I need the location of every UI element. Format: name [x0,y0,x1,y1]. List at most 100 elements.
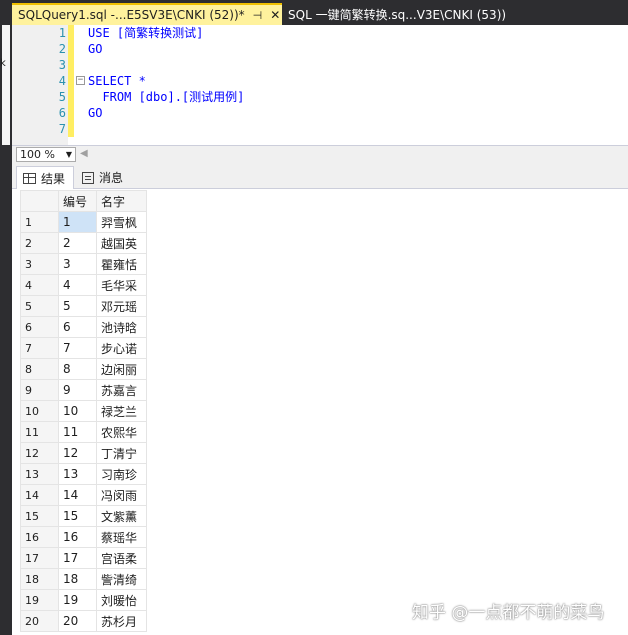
table-row[interactable]: 11 11 农熙华 [20,421,147,443]
watermark-text: 知乎 @一点都不萌的菜鸟 [412,603,605,623]
table-cell[interactable]: 习南珍 [96,463,147,485]
row-number-cell[interactable]: 6 [20,316,59,338]
table-cell[interactable]: 5 [58,295,97,317]
code-line: 2 GO [12,41,612,57]
table-row[interactable]: 16 16 蔡瑶华 [20,526,147,548]
query-editor[interactable]: 1 USE [简繁转换测试] 2 GO 3 4 − SELECT * 5 FRO… [12,25,628,145]
table-cell[interactable]: 15 [58,505,97,527]
table-cell[interactable]: 4 [58,274,97,296]
row-number-cell[interactable]: 5 [20,295,59,317]
table-row[interactable]: 20 20 苏杉月 [20,610,147,632]
row-number-cell[interactable]: 4 [20,274,59,296]
row-number-cell[interactable]: 17 [20,547,59,569]
table-row[interactable]: 9 9 苏嘉言 [20,379,147,401]
table-cell[interactable]: 17 [58,547,97,569]
table-cell[interactable]: 步心诺 [96,337,147,359]
row-number-cell[interactable]: 13 [20,463,59,485]
table-row[interactable]: 8 8 边闲丽 [20,358,147,380]
table-cell[interactable]: 池诗晗 [96,316,147,338]
table-cell[interactable]: 瞿雍恬 [96,253,147,275]
row-number-cell[interactable]: 16 [20,526,59,548]
row-number-cell[interactable]: 15 [20,505,59,527]
table-cell[interactable]: 14 [58,484,97,506]
line-number: 3 [58,58,66,72]
column-header[interactable]: 名字 [96,190,147,212]
row-number-cell[interactable]: 9 [20,379,59,401]
table-cell[interactable]: 邓元瑶 [96,295,147,317]
table-cell[interactable]: 19 [58,589,97,611]
zoom-select[interactable]: 100 % ▼ [16,147,76,162]
table-cell[interactable]: 蔡瑶华 [96,526,147,548]
table-row[interactable]: 17 17 宫语柔 [20,547,147,569]
row-number-cell[interactable]: 10 [20,400,59,422]
table-row[interactable]: 4 4 毛华采 [20,274,147,296]
row-number-cell[interactable]: 2 [20,232,59,254]
table-cell[interactable]: 宫语柔 [96,547,147,569]
table-cell[interactable]: 6 [58,316,97,338]
table-cell[interactable]: 边闲丽 [96,358,147,380]
table-row[interactable]: 12 12 丁清宁 [20,442,147,464]
row-number-cell[interactable]: 3 [20,253,59,275]
scroll-left-icon[interactable]: ◀ [80,148,88,159]
table-cell[interactable]: 10 [58,400,97,422]
table-cell[interactable]: 丁清宁 [96,442,147,464]
tab-sqlquery1[interactable]: SQLQuery1.sql -...E5SV3E\CNKI (52))* ⊣ ✕ [12,3,282,25]
table-row[interactable]: 2 2 越国英 [20,232,147,254]
table-cell[interactable]: 文紫薰 [96,505,147,527]
tab-sql-convert[interactable]: SQL 一键简繁转换.sq...V3E\CNKI (53)) [282,3,512,25]
table-cell[interactable]: 7 [58,337,97,359]
table-row[interactable]: 19 19 刘暖怡 [20,589,147,611]
row-number-cell[interactable]: 12 [20,442,59,464]
table-cell[interactable]: 12 [58,442,97,464]
table-cell[interactable]: 1 [58,211,97,233]
table-row[interactable]: 6 6 池诗晗 [20,316,147,338]
table-row[interactable]: 3 3 瞿雍恬 [20,253,147,275]
table-cell[interactable]: 20 [58,610,97,632]
row-number-cell[interactable]: 8 [20,358,59,380]
table-cell[interactable]: 苏杉月 [96,610,147,632]
table-row[interactable]: 18 18 訾清绮 [20,568,147,590]
table-cell[interactable]: 禄芝兰 [96,400,147,422]
table-cell[interactable]: 毛华采 [96,274,147,296]
row-number-cell[interactable]: 14 [20,484,59,506]
table-cell[interactable]: 苏嘉言 [96,379,147,401]
table-row[interactable]: 14 14 冯闵雨 [20,484,147,506]
tab-results[interactable]: 结果 [16,166,74,189]
table-cell[interactable]: 16 [58,526,97,548]
pin-icon[interactable]: ⊣ [253,9,263,22]
close-icon[interactable]: ✕ [270,8,280,22]
table-cell[interactable]: 越国英 [96,232,147,254]
table-cell[interactable]: 农熙华 [96,421,147,443]
table-cell[interactable]: 刘暖怡 [96,589,147,611]
row-number-cell[interactable]: 18 [20,568,59,590]
chevron-down-icon[interactable]: ▼ [66,148,72,161]
column-header[interactable]: 编号 [58,190,97,212]
corner-cell[interactable] [20,190,59,212]
table-cell[interactable]: 11 [58,421,97,443]
table-cell[interactable]: 羿雪枫 [96,211,147,233]
row-number-cell[interactable]: 19 [20,589,59,611]
row-number-cell[interactable]: 7 [20,337,59,359]
tab-messages[interactable]: 消息 [76,166,134,189]
table-cell[interactable]: 訾清绮 [96,568,147,590]
table-cell[interactable]: 13 [58,463,97,485]
table-row[interactable]: 7 7 步心诺 [20,337,147,359]
code-line: 3 [12,57,612,73]
table-cell[interactable]: 18 [58,568,97,590]
table-cell[interactable]: 冯闵雨 [96,484,147,506]
collapse-icon[interactable]: − [76,76,85,85]
table-row[interactable]: 13 13 习南珍 [20,463,147,485]
table-cell[interactable]: 3 [58,253,97,275]
row-number-cell[interactable]: 11 [20,421,59,443]
table-cell[interactable]: 2 [58,232,97,254]
table-row[interactable]: 10 10 禄芝兰 [20,400,147,422]
table-cell[interactable]: 8 [58,358,97,380]
results-grid[interactable]: 编号 名字 1 1 羿雪枫 2 2 越国英 3 3 瞿雍恬 4 4 毛华采 5 5 邓元瑶 6 6 池诗晗 7 7 步心… [20,190,147,632]
table-row[interactable]: 5 5 邓元瑶 [20,295,147,317]
table-row[interactable]: 15 15 文紫薰 [20,505,147,527]
table-row[interactable]: 1 1 羿雪枫 [20,211,147,233]
row-number-cell[interactable]: 20 [20,610,59,632]
table-cell[interactable]: 9 [58,379,97,401]
row-number-cell[interactable]: 1 [20,211,59,233]
header-row: 编号 名字 [20,190,147,212]
